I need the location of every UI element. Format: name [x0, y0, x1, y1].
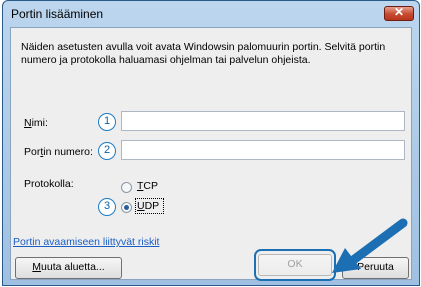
- port-number-field[interactable]: [121, 140, 405, 160]
- close-icon: ✕: [393, 5, 405, 19]
- callout-marker-2: 2: [98, 142, 116, 160]
- dialog-description: Näiden asetusten avulla voit avata Windo…: [21, 41, 386, 66]
- port-risks-link[interactable]: Portin avaamiseen liittyvät riskit: [13, 236, 159, 248]
- arrow-pointer-icon: [332, 218, 408, 273]
- protocol-label: Protokolla:: [24, 178, 74, 190]
- dialog-title: Portin lisääminen: [11, 7, 104, 21]
- name-label: Nimi:: [24, 117, 48, 129]
- tcp-radio[interactable]: [121, 182, 132, 193]
- callout-marker-3: 3: [98, 198, 116, 216]
- name-field[interactable]: [121, 111, 405, 131]
- name-label-hotkey: N: [24, 117, 32, 129]
- callout-marker-1: 1: [98, 113, 116, 131]
- udp-radio-label[interactable]: UDP: [137, 200, 159, 212]
- udp-radio[interactable]: [121, 202, 132, 213]
- title-bar: Portin lisääminen ✕: [3, 1, 419, 27]
- change-scope-button[interactable]: Muuta aluetta...: [15, 257, 122, 279]
- close-button[interactable]: ✕: [384, 5, 414, 21]
- tcp-radio-label[interactable]: TCP: [137, 180, 158, 192]
- port-number-label: Portin numero:: [24, 146, 93, 158]
